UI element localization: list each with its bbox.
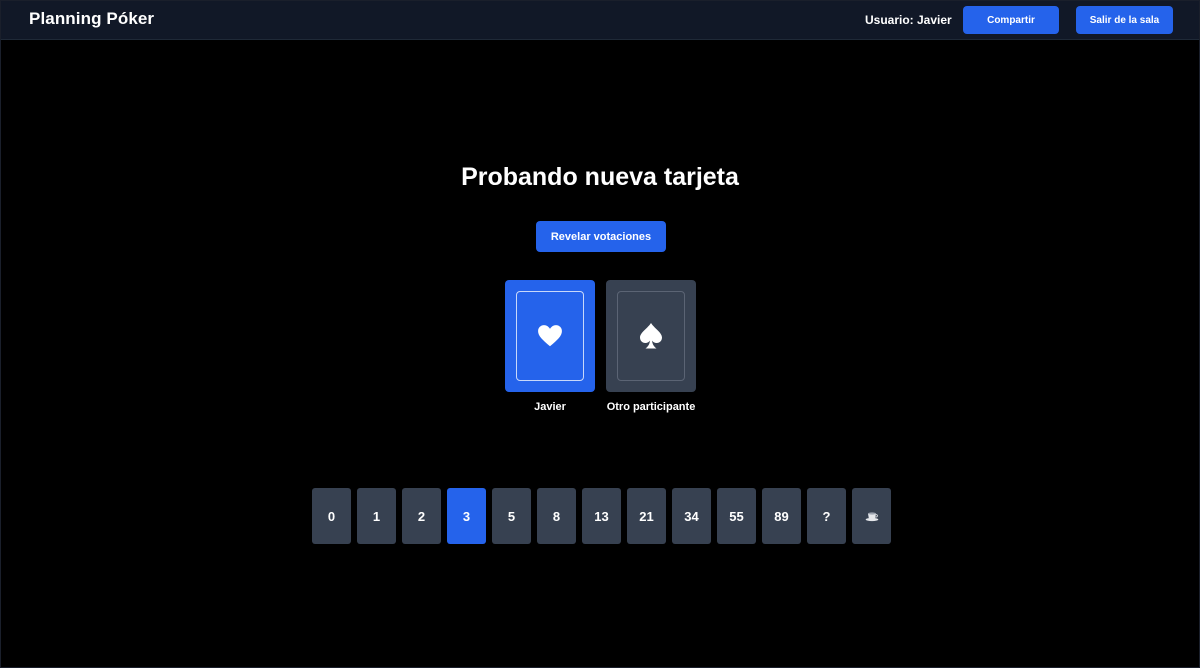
share-button[interactable]: Compartir (963, 6, 1059, 34)
app-title: Planning Póker (29, 9, 155, 28)
room-title: Probando nueva tarjeta (461, 163, 739, 191)
player-card-waiting (606, 280, 696, 392)
current-user-label: Usuario: Javier (865, 13, 952, 27)
vote-card-13[interactable]: 13 (582, 488, 621, 544)
player-seat-javier: Javier (505, 280, 595, 416)
player-card-voted (505, 280, 595, 392)
vote-card-5[interactable]: 5 (492, 488, 531, 544)
vote-card-2[interactable]: 2 (402, 488, 441, 544)
player-seat-other: Otro participante (606, 280, 696, 416)
vote-card-0[interactable]: 0 (312, 488, 351, 544)
vote-card-3-selected[interactable]: 3 (447, 488, 486, 544)
vote-card-8[interactable]: 8 (537, 488, 576, 544)
player-card-inner-frame (516, 291, 584, 381)
player-name: Javier (534, 401, 566, 413)
reveal-votes-button[interactable]: Revelar votaciones (536, 221, 666, 252)
leave-room-button[interactable]: Salir de la sala (1076, 6, 1173, 34)
vote-card-1[interactable]: 1 (357, 488, 396, 544)
top-navigation-bar: Planning Póker Usuario: Javier Compartir… (1, 1, 1199, 40)
vote-card-55[interactable]: 55 (717, 488, 756, 544)
player-card-inner-frame (617, 291, 685, 381)
vote-card-34[interactable]: 34 (672, 488, 711, 544)
spade-icon (640, 323, 662, 349)
vote-card-unknown[interactable]: ? (807, 488, 846, 544)
coffee-cup-icon (865, 512, 878, 522)
player-name: Otro participante (606, 401, 696, 413)
app-window: Planning Póker Usuario: Javier Compartir… (0, 0, 1200, 668)
vote-card-21[interactable]: 21 (627, 488, 666, 544)
heart-icon (538, 325, 562, 347)
vote-card-89[interactable]: 89 (762, 488, 801, 544)
vote-card-coffee[interactable] (852, 488, 891, 544)
